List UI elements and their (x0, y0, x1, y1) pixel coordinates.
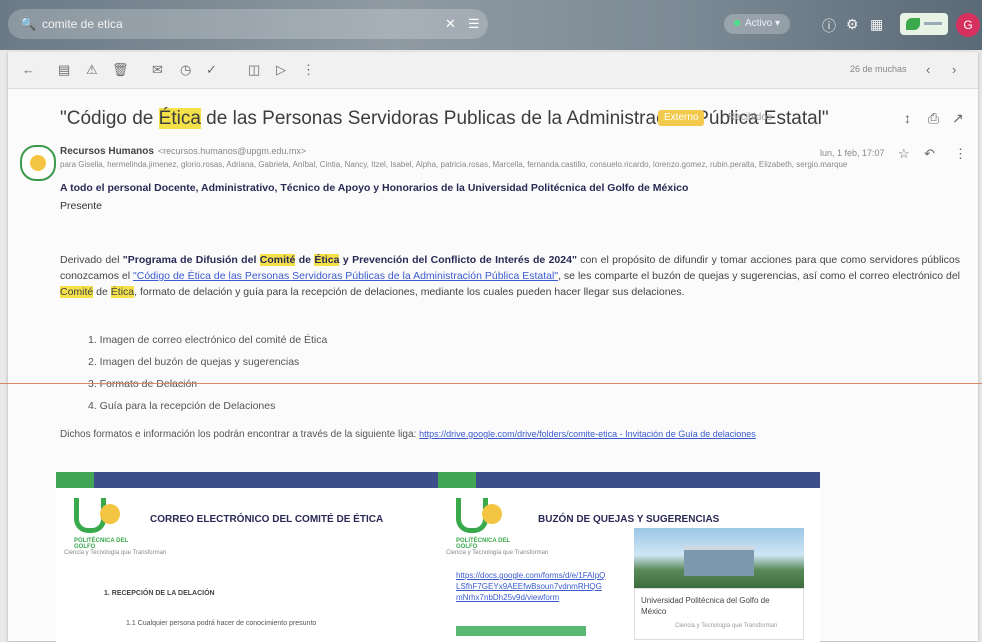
account-avatar[interactable]: G (956, 13, 980, 37)
scan-line (0, 383, 982, 384)
search-icon[interactable]: 🔍 (20, 16, 36, 32)
sender-line: Recursos Humanos <recursos.humanos@upgm.e… (60, 146, 306, 157)
message-more-icon[interactable]: ⋮ (954, 146, 967, 162)
search-bar[interactable]: 🔍 comite de etica ✕ ☰ (8, 9, 488, 39)
more-options-icon[interactable]: ⋮ (302, 62, 315, 78)
star-icon[interactable]: ☆ (898, 146, 910, 162)
card-title: CORREO ELECTRÓNICO DEL COMITÉ DE ÉTICA (150, 514, 384, 525)
move-to-icon[interactable]: ◫ (248, 62, 260, 78)
sender-email: <recursos.humanos@upgm.edu.mx> (157, 146, 307, 156)
card-text: 1.1 Cualquier persona podrá hacer de con… (126, 620, 317, 627)
slogan-text: Ciencia y Tecnología que Transforman (64, 550, 167, 556)
report-spam-icon[interactable]: ⚠ (86, 62, 98, 78)
card-title: BUZÓN DE QUEJAS Y SUGERENCIAS (538, 514, 720, 525)
previous-icon[interactable]: ‹ (926, 62, 930, 77)
apps-grid-icon[interactable]: ▦ (870, 16, 883, 33)
clear-search-icon[interactable]: ✕ (445, 16, 456, 32)
reply-icon[interactable]: ↶ (924, 146, 935, 162)
leaf-logo-icon (906, 18, 920, 30)
formats-line: Dichos formatos e información los podrán… (60, 429, 756, 440)
presente-line: Presente (60, 200, 103, 212)
next-icon[interactable]: › (952, 62, 956, 77)
recipients-line[interactable]: para Gisella, hermelinda.jimenez, glorio… (60, 160, 910, 169)
code-of-ethics-link[interactable]: "Código de Ética de las Personas Servido… (133, 270, 558, 282)
email-date: lun, 1 feb, 17:07 (820, 148, 885, 158)
search-input[interactable]: comite de etica (42, 17, 123, 31)
open-new-window-icon[interactable]: ↗ (952, 110, 964, 127)
green-banner (456, 626, 586, 636)
list-item: 1. Imagen de correo electrónico del comi… (88, 334, 328, 346)
settings-icon[interactable]: ⚙ (846, 16, 859, 33)
search-options-icon[interactable]: ☰ (468, 16, 480, 32)
help-icon[interactable]: ⓘ (822, 16, 836, 36)
greeting-line: A todo el personal Docente, Administrati… (60, 182, 689, 194)
photo-caption-box: Universidad Politécnica del Golfo de Méx… (634, 588, 804, 640)
university-logo: POLITÉCNICA DEL GOLFO (74, 498, 134, 550)
list-item: 3. Formato de Delación (88, 378, 198, 390)
list-item: 2. Imagen del buzón de quejas y sugerenc… (88, 356, 300, 368)
complaints-box-image: POLITÉCNICA DEL GOLFO Ciencia y Tecnolog… (438, 472, 820, 642)
external-badge: Externo (658, 110, 705, 126)
email-body-paragraph: Derivado del "Programa de Difusión del C… (60, 254, 960, 298)
archive-icon[interactable]: ▤ (58, 62, 70, 78)
print-icon[interactable]: ⎙ (928, 110, 939, 127)
card-subtitle: 1. RECEPCIÓN DE LA DELACIÓN (104, 590, 215, 597)
email-toolbar: ← ▤ ⚠ 🗑 ✉ ◷ ✓ ◫ ▷ ⋮ 26 de muchas ‹ › (8, 52, 978, 89)
back-arrow-icon[interactable]: ← (22, 62, 35, 77)
top-app-bar: 🔍 comite de etica ✕ ☰ Activo ▾ ⓘ ⚙ ▦ G (0, 0, 982, 50)
label-icon[interactable]: ▷ (276, 62, 286, 78)
email-view-panel: ← ▤ ⚠ 🗑 ✉ ◷ ✓ ◫ ▷ ⋮ 26 de muchas ‹ › "Có… (8, 52, 978, 642)
inbox-label[interactable]: Recibidos (728, 112, 772, 123)
mark-unread-icon[interactable]: ✉ (152, 62, 163, 78)
list-item: 4. Guía para la recepción de Delaciones (88, 400, 276, 412)
email-subject: "Código de Ética de las Personas Servido… (60, 108, 829, 129)
slogan-text: Ciencia y Tecnología que Transforman (446, 550, 549, 556)
pagination-info: 26 de muchas (850, 64, 907, 74)
campus-photo (634, 528, 804, 588)
drive-folder-link[interactable]: https://drive.google.com/drive/folders/c… (419, 429, 756, 439)
snooze-icon[interactable]: ◷ (180, 62, 191, 78)
status-dot-icon (734, 20, 740, 26)
status-selector[interactable]: Activo ▾ (724, 14, 791, 34)
university-logo: POLITÉCNICA DEL GOLFO (456, 498, 516, 550)
organization-logo[interactable] (900, 13, 948, 35)
delete-icon[interactable]: 🗑 (112, 62, 129, 78)
status-label: Activo (745, 18, 773, 29)
form-link[interactable]: https://docs.google.com/forms/d/e/1FAIpQ… (456, 570, 606, 603)
sender-avatar (20, 145, 56, 181)
attachments-list: 1. Imagen de correo electrónico del comi… (88, 334, 327, 422)
ethics-email-image: POLITÉCNICA DEL GOLFO Ciencia y Tecnolog… (56, 472, 438, 642)
expand-icon[interactable]: ↕ (904, 110, 911, 126)
sender-name: Recursos Humanos (60, 146, 154, 157)
add-task-icon[interactable]: ✓ (206, 62, 217, 78)
